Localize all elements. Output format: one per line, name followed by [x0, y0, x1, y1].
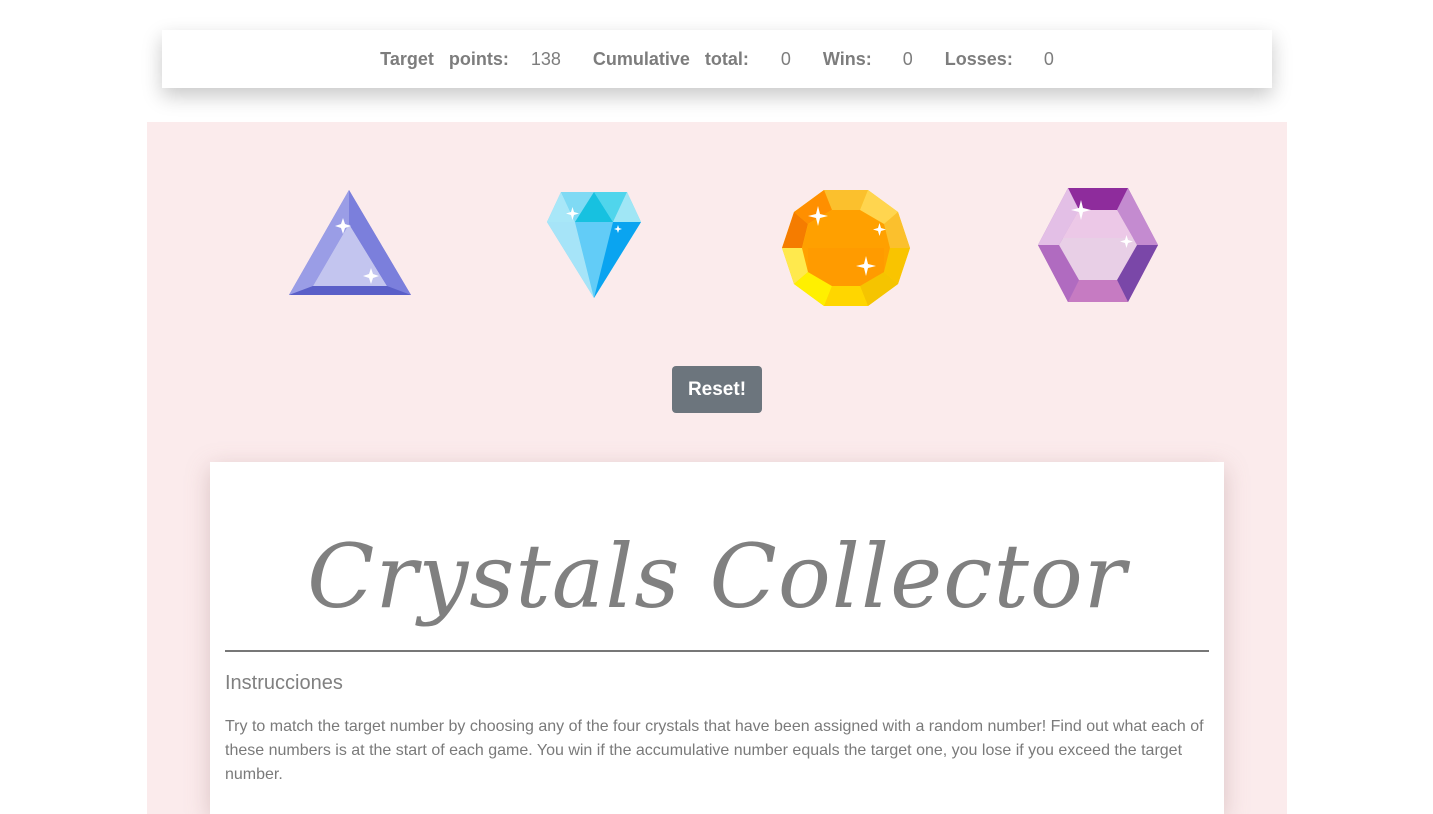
purple-hexagon-crystal-icon[interactable] [1037, 186, 1159, 304]
title-divider [225, 650, 1209, 652]
orange-round-crystal-icon[interactable] [780, 188, 912, 308]
instructions-card: Crystals Collector Instrucciones Try to … [210, 462, 1224, 814]
page-title: Crystals Collector [307, 525, 1127, 628]
diamond-crystal-icon[interactable] [545, 190, 643, 300]
losses-label: Losses: [944, 48, 1013, 69]
cumulative-total-value: 0 [780, 48, 791, 69]
scoreboard: Target points: 138 Cumulative total: 0 W… [162, 30, 1272, 88]
instructions-text: Try to match the target number by choosi… [225, 718, 1204, 783]
wins-value: 0 [902, 48, 913, 69]
losses-value: 0 [1043, 48, 1054, 69]
target-points: Target points: 138 [380, 49, 593, 70]
instructions-heading: Instrucciones [225, 672, 343, 694]
cumulative-total: Cumulative total: 0 [593, 49, 823, 70]
losses: Losses: 0 [945, 49, 1054, 70]
reset-button[interactable]: Reset! [672, 366, 762, 413]
triangle-crystal-icon[interactable] [287, 188, 413, 298]
cumulative-total-label: Cumulative total: [592, 48, 749, 69]
target-points-value: 138 [530, 48, 561, 69]
wins-label: Wins: [822, 48, 872, 69]
target-points-label: Target points: [380, 48, 509, 69]
wins: Wins: 0 [823, 49, 945, 70]
game-area: Reset! Crystals Collector Instrucciones … [147, 122, 1287, 814]
